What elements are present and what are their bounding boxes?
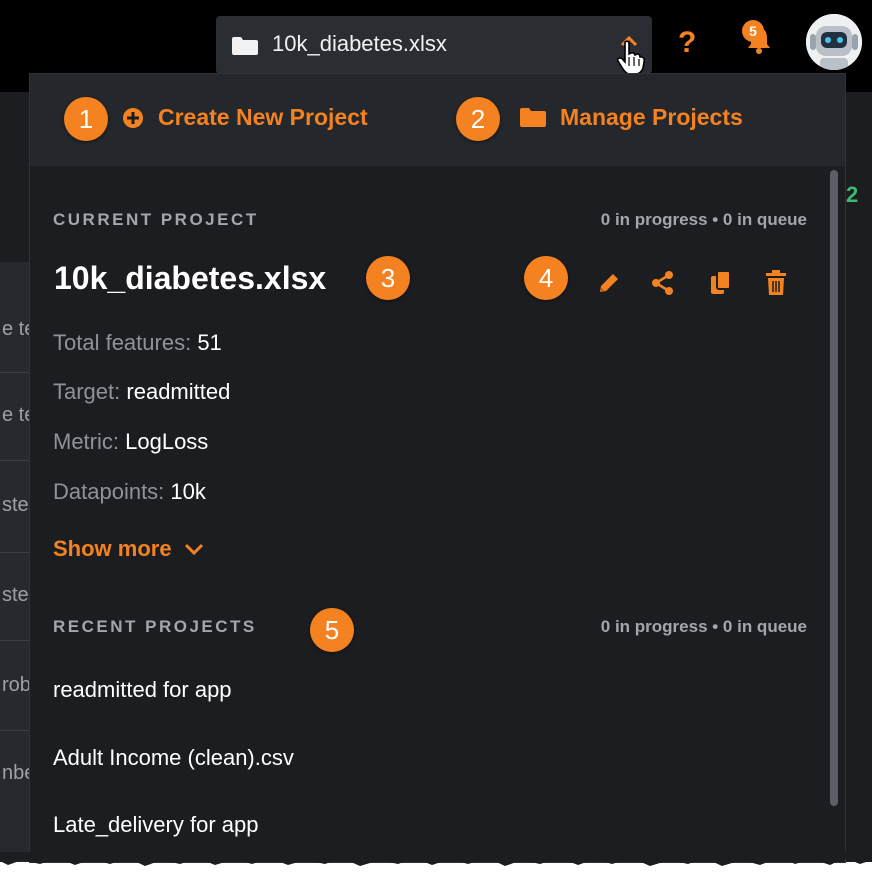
share-icon[interactable] xyxy=(650,270,676,301)
background-row-text: e te xyxy=(2,404,32,426)
property-metric: Metric: LogLoss xyxy=(53,429,209,454)
show-more-button[interactable]: Show more xyxy=(53,536,204,562)
avatar[interactable] xyxy=(806,14,862,70)
project-switcher-label: 10k_diabetes.xlsx xyxy=(272,31,447,56)
notification-count-badge: 5 xyxy=(742,20,764,42)
menu-scrollbar[interactable] xyxy=(830,170,838,806)
callout-badge: 1 xyxy=(64,97,108,141)
background-row-divider xyxy=(0,552,32,553)
torn-edge xyxy=(0,852,872,866)
recent-queue-status: 0 in progress • 0 in queue xyxy=(600,617,807,636)
callout-badge: 4 xyxy=(524,256,568,300)
show-more-label: Show more xyxy=(53,536,172,561)
project-dropdown-menu: Create New Project Manage Projects CURRE… xyxy=(30,74,845,862)
recent-projects-heading: RECENT PROJECTS xyxy=(53,617,257,636)
background-row-text: nbe xyxy=(2,762,32,784)
background-right-fragment: 2 xyxy=(846,182,859,207)
property-datapoints: Datapoints: 10k xyxy=(53,479,206,504)
manage-projects-label: Manage Projects xyxy=(560,104,743,130)
manage-projects-button[interactable]: Manage Projects xyxy=(520,104,743,131)
background-row-divider xyxy=(0,730,32,731)
background-row-text: e te xyxy=(2,318,32,340)
callout-badge: 2 xyxy=(456,97,500,141)
folder-icon xyxy=(232,37,258,60)
recent-project-item[interactable]: Adult Income (clean).csv xyxy=(53,745,294,771)
background-row-divider xyxy=(0,640,32,641)
chevron-down-icon xyxy=(184,543,203,556)
property-total-features: Total features: 51 xyxy=(53,330,222,355)
recent-project-item[interactable]: readmitted for app xyxy=(53,677,232,703)
background-row-divider xyxy=(0,460,32,461)
background-row-text: ste xyxy=(2,584,29,606)
create-new-project-label: Create New Project xyxy=(158,104,368,130)
trash-icon[interactable] xyxy=(764,270,788,301)
property-target: Target: readmitted xyxy=(53,379,231,404)
recent-project-item[interactable]: Late_delivery for app xyxy=(53,812,258,838)
callout-badge: 5 xyxy=(310,608,354,652)
current-project-heading: CURRENT PROJECT xyxy=(53,210,259,229)
callout-badge: 3 xyxy=(366,256,410,300)
current-queue-status: 0 in progress • 0 in queue xyxy=(600,210,807,229)
create-new-project-button[interactable]: Create New Project xyxy=(122,104,368,131)
edit-icon[interactable] xyxy=(596,270,622,301)
background-row-divider xyxy=(0,372,32,373)
folder-icon xyxy=(520,108,546,127)
project-switcher[interactable]: 10k_diabetes.xlsx xyxy=(216,16,652,74)
plus-circle-icon xyxy=(123,107,143,128)
current-project-name: 10k_diabetes.xlsx xyxy=(54,260,327,296)
help-icon[interactable]: ? xyxy=(678,26,696,60)
copy-icon[interactable] xyxy=(708,270,734,301)
background-row-text: ste xyxy=(2,494,29,516)
background-row-text: rob xyxy=(2,674,31,696)
